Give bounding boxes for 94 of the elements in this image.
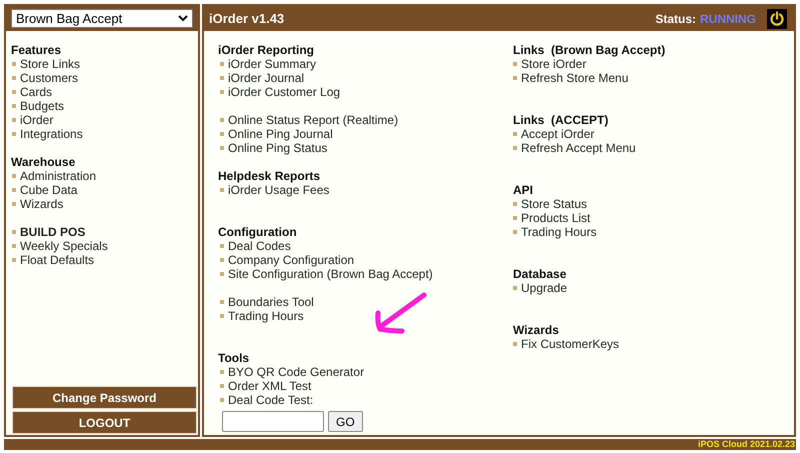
deal-code-field[interactable] — [222, 411, 324, 432]
menu-link[interactable]: Products List — [521, 211, 590, 225]
section-heading: Links (Brown Bag Accept) — [513, 43, 666, 57]
menu-link[interactable]: Float Defaults — [20, 253, 94, 267]
bullet-icon — [220, 370, 224, 374]
menu-link[interactable]: Refresh Store Menu — [521, 71, 628, 85]
bullet-icon — [513, 230, 517, 234]
bullet-icon — [12, 174, 16, 178]
menu-link[interactable]: Refresh Accept Menu — [521, 141, 636, 155]
bullet-icon — [220, 188, 224, 192]
menu-link[interactable]: iOrder Journal — [228, 71, 304, 85]
bullet-icon — [220, 146, 224, 150]
status-label: Status: — [655, 12, 696, 26]
menu-link[interactable]: Order XML Test — [228, 379, 312, 393]
change-password-button[interactable]: Change Password — [12, 386, 197, 409]
bullet-icon — [220, 76, 224, 80]
menu-link[interactable]: Store iOrder — [521, 57, 586, 71]
menu-link[interactable]: Budgets — [20, 99, 64, 113]
bullet-icon — [513, 342, 517, 346]
menu-link[interactable]: BYO QR Code Generator — [228, 365, 364, 379]
menu-link[interactable]: Administration — [20, 169, 96, 183]
menu-link[interactable]: Trading Hours — [521, 225, 597, 239]
bullet-icon — [12, 104, 16, 108]
status-value: RUNNING — [700, 12, 756, 26]
bullet-icon — [220, 384, 224, 388]
menu-link[interactable]: Cube Data — [20, 183, 78, 197]
section-heading: iOrder Reporting — [218, 43, 316, 57]
bullet-icon — [513, 62, 517, 66]
bullet-icon — [220, 132, 224, 136]
section-heading: Links (ACCEPT) — [513, 113, 610, 127]
menu-link[interactable]: Deal Codes — [228, 239, 291, 253]
menu-link[interactable]: Wizards — [20, 197, 64, 211]
bullet-icon — [220, 272, 224, 276]
bullet-icon — [12, 244, 16, 248]
menu-link[interactable]: iOrder Summary — [228, 57, 316, 71]
bullet-icon — [513, 202, 517, 206]
bullet-icon — [220, 398, 224, 402]
power-button[interactable] — [767, 8, 787, 28]
bullet-icon — [12, 230, 16, 234]
bullet-icon — [513, 132, 517, 136]
menu-link[interactable]: Boundaries Tool — [228, 295, 314, 309]
caret-icon — [178, 15, 188, 22]
bullet-icon — [12, 202, 16, 206]
bullet-icon — [220, 118, 224, 122]
bullet-icon — [220, 244, 224, 248]
menu-link[interactable]: iOrder Usage Fees — [228, 183, 330, 197]
bullet-icon — [220, 300, 224, 304]
bullet-icon — [220, 258, 224, 262]
menu-link[interactable]: iOrder Customer Log — [228, 85, 340, 99]
app-title: iOrder v1.43 — [209, 11, 284, 26]
menu-link[interactable]: Site Configuration (Brown Bag Accept) — [228, 267, 433, 281]
store-select[interactable]: Brown Bag Accept — [11, 9, 193, 28]
section-heading: Database — [513, 267, 568, 281]
section-heading: Wizards — [513, 323, 560, 337]
bullet-icon — [12, 62, 16, 66]
menu-link[interactable]: Trading Hours — [228, 309, 304, 323]
menu-link[interactable]: Weekly Specials — [20, 239, 108, 253]
menu-link[interactable]: Online Ping Journal — [228, 127, 333, 141]
menu-link[interactable]: Store Links — [20, 57, 80, 71]
section-heading: Configuration — [218, 225, 298, 239]
menu-link[interactable]: Company Configuration — [228, 253, 354, 267]
bullet-icon — [513, 216, 517, 220]
section-heading: API — [513, 183, 534, 197]
bullet-icon — [12, 90, 16, 94]
bullet-icon — [220, 62, 224, 66]
menu-link[interactable]: Integrations — [20, 127, 83, 141]
bullet-icon — [513, 286, 517, 290]
menu-link[interactable]: Online Status Report (Realtime) — [228, 113, 398, 127]
logout-button[interactable]: LOGOUT — [12, 411, 197, 434]
menu-link[interactable]: Upgrade — [521, 281, 568, 295]
menu-link[interactable]: iOrder — [20, 113, 54, 127]
menu-link[interactable]: Store Status — [521, 197, 588, 211]
bullet-icon — [220, 90, 224, 94]
menu-link[interactable]: Deal Code Test: — [228, 393, 314, 407]
menu-link[interactable]: Online Ping Status — [228, 141, 328, 155]
menu-link[interactable]: Customers — [20, 71, 78, 85]
section-heading: Tools — [218, 351, 250, 365]
menu-link[interactable]: BUILD POS — [20, 225, 86, 239]
bullet-icon — [12, 76, 16, 80]
bullet-icon — [12, 132, 16, 136]
version-text: iPOS Cloud 2021.02.23 — [698, 439, 795, 450]
bullet-icon — [12, 258, 16, 262]
bullet-icon — [513, 76, 517, 80]
section-heading: Warehouse — [11, 155, 76, 169]
menu-link[interactable]: Cards — [20, 85, 52, 99]
section-heading: Helpdesk Reports — [218, 169, 322, 183]
section-heading: Features — [11, 43, 62, 57]
go-button[interactable]: GO — [328, 411, 363, 432]
bullet-icon — [12, 188, 16, 192]
menu-link[interactable]: Fix CustomerKeys — [521, 337, 620, 351]
bullet-icon — [220, 314, 224, 318]
bullet-icon — [513, 146, 517, 150]
menu-link[interactable]: Accept iOrder — [521, 127, 594, 141]
bullet-icon — [12, 118, 16, 122]
